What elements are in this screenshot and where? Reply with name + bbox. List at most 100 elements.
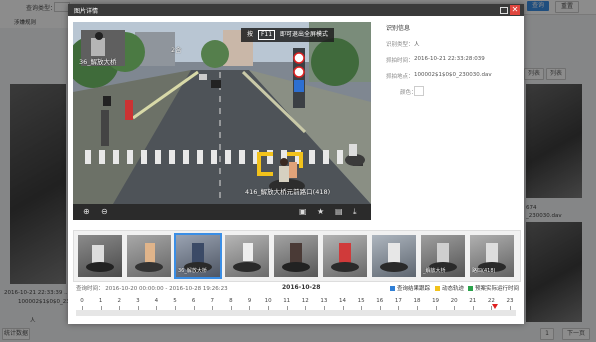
traffic-scene — [73, 22, 371, 204]
timeline-track[interactable] — [76, 310, 516, 316]
close-icon[interactable]: ✕ — [510, 5, 520, 15]
timeline-hour-label: 9 — [247, 298, 252, 304]
thumbnail-scene — [233, 243, 261, 272]
timeline-tick — [472, 306, 474, 310]
timeline-hour-label: 7 — [210, 298, 215, 304]
timeline-tick — [268, 306, 270, 310]
timeline-tick — [137, 306, 139, 310]
image-viewer[interactable]: 36_解放大桥 2合 416_解放大桥元前路口(418) 按 F11 即可退出全… — [73, 22, 371, 220]
dialog-titlebar: 图片详情 ✕ — [68, 4, 524, 16]
tooltip-key: F11 — [257, 30, 276, 40]
timeline-hour-label: 1 — [98, 298, 103, 304]
timeline-hour-label: 12 — [301, 298, 309, 304]
timeline[interactable]: 0 1 2 3 4 5 6 7 8 9 10 11 12 13 14 15 16 17 18 19 20 21 22 23 — [76, 298, 516, 320]
thumbnail-item[interactable]: _解放大桥 — [421, 235, 465, 277]
timeline-hour-label: 0 — [80, 298, 84, 304]
fullscreen-tooltip: 按 F11 即可退出全屏模式 — [241, 28, 334, 42]
timeline-tick — [175, 306, 177, 310]
timeline-tick — [249, 306, 251, 310]
recognition-info-panel: 识别信息 识别类型： 人 抓拍时间： 2016-10-21 22:33:28:0… — [380, 16, 524, 102]
timeline-hour-label: 8 — [229, 298, 233, 304]
timeline-tick — [361, 306, 363, 310]
place-label: 抓拍地点： — [386, 74, 414, 80]
place-value: 100002$1$0$0_230030.dav — [414, 72, 492, 78]
legend-item: 查询结果跟踪 — [390, 284, 430, 292]
timeline-hour-label: 18 — [413, 298, 421, 304]
thumbnail-item[interactable] — [127, 235, 171, 277]
timeline-hour-label: 10 — [264, 298, 272, 304]
timeline-tick — [230, 306, 232, 310]
timeline-hour-label: 21 — [469, 298, 477, 304]
legend-swatch — [390, 286, 395, 291]
timeline-tick — [100, 306, 102, 310]
thumbnail-label: 36_解放大桥 — [178, 268, 207, 274]
query-time: 查询时间： 2016-10-20 00:00:00 - 2016-10-28 1… — [76, 284, 228, 292]
timeline-tick — [193, 306, 195, 310]
time-value: 2016-10-21 22:33:28:039 — [414, 56, 485, 62]
timeline-tick — [398, 306, 400, 310]
timeline-tick — [510, 306, 511, 310]
timeline-hour-label: 6 — [191, 298, 196, 304]
info-title: 识别信息 — [386, 25, 411, 32]
zoom-in-icon[interactable]: ⊕ — [83, 207, 90, 217]
dialog-title: 图片详情 — [74, 8, 99, 15]
timeline-tick — [342, 306, 344, 310]
thumbnail-item[interactable]: 路口(418) — [470, 235, 514, 277]
thumbnail-item[interactable] — [372, 235, 416, 277]
timeline-cursor[interactable] — [492, 304, 499, 309]
query-time-value: 2016-10-20 00:00:00 - 2016-10-28 19:26:2… — [105, 286, 228, 292]
timeline-tick — [156, 306, 158, 310]
type-label: 识别类型： — [386, 42, 414, 48]
timeline-tick — [416, 306, 418, 310]
timeline-hour-label: 5 — [173, 298, 177, 304]
legend-item: 动态轨迹 — [435, 284, 464, 292]
watermark-bottom: 416_解放大桥元前路口(418) — [245, 188, 331, 196]
timeline-tick — [323, 306, 325, 310]
color-swatch — [414, 86, 424, 96]
thumbnail-item[interactable] — [225, 235, 269, 277]
timeline-tick — [454, 306, 456, 310]
legend-label: 查询结果跟踪 — [397, 286, 431, 292]
timeline-tick — [119, 306, 121, 310]
watermark-top: 36_解放大桥 — [79, 58, 117, 66]
thumbnail-item[interactable] — [78, 235, 122, 277]
time-label: 抓拍时间： — [386, 58, 414, 64]
thumbnail-scene — [331, 243, 359, 272]
thumbnail-scene — [86, 245, 114, 272]
type-value: 人 — [414, 42, 420, 48]
timeline-tick — [379, 306, 381, 310]
thumbnail-item[interactable] — [274, 235, 318, 277]
timeline-hour-label: 19 — [432, 298, 440, 304]
timeline-hour-label: 13 — [320, 298, 328, 304]
download-icon[interactable]: ⤓ — [353, 207, 357, 217]
zoom-out-icon[interactable]: ⊖ — [101, 207, 108, 217]
crop-icon[interactable]: ▣ — [299, 207, 307, 217]
timeline-tick — [305, 306, 307, 310]
legend-label: 预案实际运行时间 — [475, 286, 520, 292]
tooltip-prefix: 按 — [247, 31, 254, 38]
thumbnail-strip: 36_解放大桥 _解放大桥 路口(418) — [73, 230, 521, 282]
current-date: 2016-10-28 — [282, 284, 321, 291]
legend-label: 动态轨迹 — [442, 286, 465, 292]
thumbnail-scene — [282, 243, 310, 272]
tooltip-suffix: 即可退出全屏模式 — [279, 31, 328, 38]
image-icon[interactable]: ▤ — [335, 207, 343, 217]
query-time-label: 查询时间： — [76, 286, 104, 292]
thumbnail-label: _解放大桥 — [423, 268, 446, 274]
legend-swatch — [468, 286, 473, 291]
timeline-hour-label: 2 — [117, 298, 121, 304]
maximize-icon[interactable] — [500, 7, 508, 14]
viewer-toolbar: ⊕ ⊖ ▣ ★ ▤ ⤓ — [73, 204, 371, 220]
timeline-hour-label: 16 — [376, 298, 384, 304]
timeline-hour-label: 17 — [394, 298, 402, 304]
thumbnail-scene — [135, 243, 163, 272]
timeline-hour-label: 14 — [339, 298, 347, 304]
timeline-tick — [286, 306, 288, 310]
thumbnail-scene — [380, 243, 408, 272]
legend-item: 预案实际运行时间 — [468, 284, 519, 292]
legend-swatch — [435, 286, 440, 291]
timeline-hour-label: 23 — [506, 298, 514, 304]
thumbnail-item-selected[interactable]: 36_解放大桥 — [174, 233, 222, 279]
thumbnail-item[interactable] — [323, 235, 367, 277]
star-icon[interactable]: ★ — [317, 207, 324, 217]
